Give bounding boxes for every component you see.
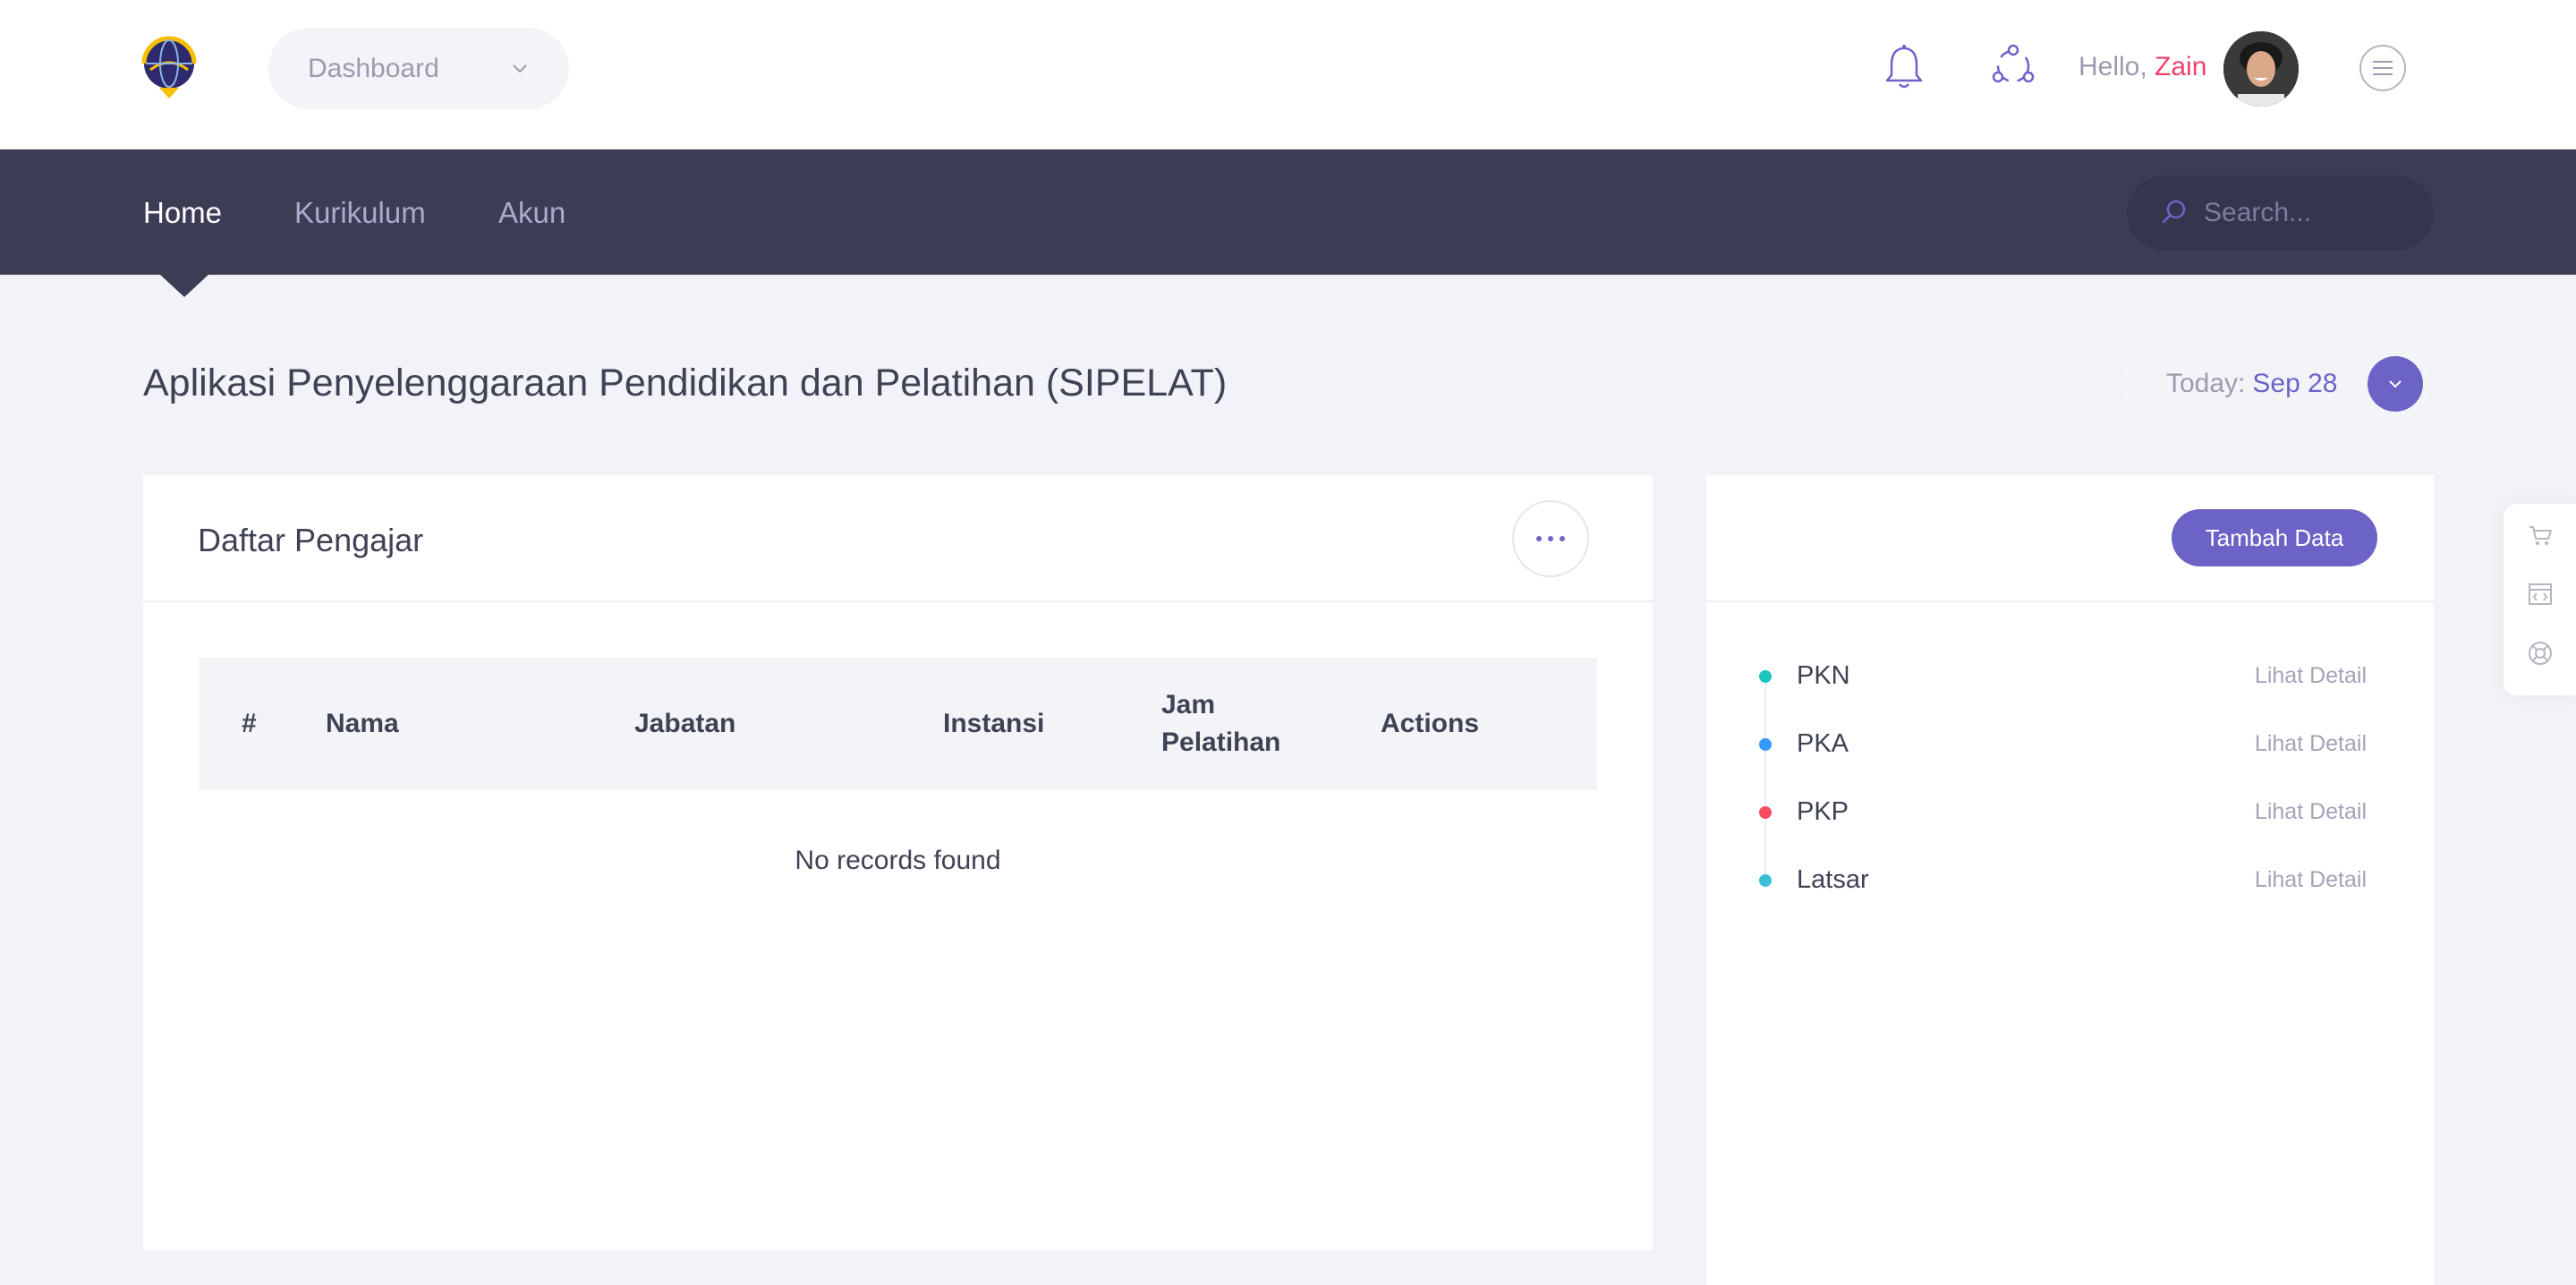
- program-label: PKA: [1797, 729, 1849, 758]
- status-dot: [1759, 874, 1772, 887]
- search-input[interactable]: [2204, 198, 2401, 228]
- column-header-instansi[interactable]: Instansi: [943, 705, 1044, 743]
- column-header-number[interactable]: #: [242, 705, 257, 743]
- detail-link[interactable]: Lihat Detail: [2255, 867, 2367, 893]
- add-data-button[interactable]: Tambah Data: [2172, 509, 2377, 566]
- nav-item-kurikulum[interactable]: Kurikulum: [294, 196, 426, 230]
- program-label: PKP: [1797, 797, 1849, 826]
- search-box[interactable]: [2127, 175, 2434, 251]
- cart-icon[interactable]: [2527, 522, 2554, 549]
- column-header-jam-pelatihan[interactable]: Jam Pelatihan: [1161, 686, 1296, 762]
- detail-link[interactable]: Lihat Detail: [2255, 663, 2367, 689]
- user-name: Zain: [2155, 52, 2207, 81]
- program-label: PKN: [1797, 661, 1850, 690]
- program-label: Latsar: [1797, 865, 1869, 894]
- dashboard-select[interactable]: Dashboard: [268, 28, 569, 109]
- status-dot: [1759, 806, 1772, 819]
- dashboard-select-label: Dashboard: [308, 53, 439, 83]
- today-label: Today:: [2166, 369, 2246, 398]
- list-item: PKA Lihat Detail: [1706, 722, 2434, 767]
- column-header-jabatan[interactable]: Jabatan: [634, 705, 735, 743]
- empty-table-message: No records found: [795, 846, 1001, 875]
- list-item: Latsar Lihat Detail: [1706, 858, 2434, 903]
- page-title: Aplikasi Penyelenggaraan Pendidikan dan …: [143, 362, 1228, 404]
- bell-icon[interactable]: [1873, 36, 1935, 98]
- today-date: Sep 28: [2252, 369, 2338, 398]
- search-icon: [2161, 198, 2188, 229]
- programs-card: Tambah Data PKN Lihat Detail PKA Lihat D…: [1706, 475, 2434, 1285]
- greeting: Hello, Zain: [2079, 52, 2206, 82]
- greeting-prefix: Hello,: [2079, 52, 2147, 81]
- teachers-card-title: Daftar Pengajar: [198, 522, 424, 558]
- teachers-card: Daftar Pengajar # Nama Jabatan Instansi …: [143, 475, 1653, 1250]
- detail-link[interactable]: Lihat Detail: [2255, 731, 2367, 757]
- top-header: Dashboard Hello, Zain: [0, 0, 2576, 149]
- list-item: PKN Lihat Detail: [1706, 654, 2434, 699]
- nav-item-akun[interactable]: Akun: [498, 196, 565, 230]
- lifebuoy-icon[interactable]: [2527, 640, 2554, 667]
- avatar[interactable]: [2223, 31, 2299, 106]
- logo-icon[interactable]: [141, 36, 197, 100]
- programs-card-header: Tambah Data: [1706, 475, 2434, 602]
- side-toolbar: [2504, 504, 2576, 695]
- network-icon[interactable]: [1982, 36, 2045, 98]
- hamburger-menu-icon[interactable]: [2359, 45, 2406, 91]
- active-nav-indicator: [159, 274, 209, 297]
- detail-link[interactable]: Lihat Detail: [2255, 799, 2367, 825]
- teachers-card-header: Daftar Pengajar: [143, 475, 1653, 602]
- nav-item-home[interactable]: Home: [143, 196, 222, 230]
- chevron-down-icon: [508, 56, 531, 80]
- chevron-down-icon: [2389, 380, 2402, 388]
- list-item: PKP Lihat Detail: [1706, 790, 2434, 835]
- code-icon[interactable]: [2527, 581, 2554, 608]
- date-dropdown-button[interactable]: [2368, 356, 2423, 412]
- status-dot: [1759, 738, 1772, 751]
- more-options-button[interactable]: [1512, 500, 1589, 577]
- timeline-line: [1764, 677, 1766, 882]
- column-header-actions: Actions: [1381, 709, 1480, 738]
- column-header-nama[interactable]: Nama: [326, 705, 399, 743]
- more-dots-icon: [1536, 536, 1565, 541]
- status-dot: [1759, 670, 1772, 683]
- table-header: # Nama Jabatan Instansi Jam Pelatihan Ac…: [199, 658, 1597, 790]
